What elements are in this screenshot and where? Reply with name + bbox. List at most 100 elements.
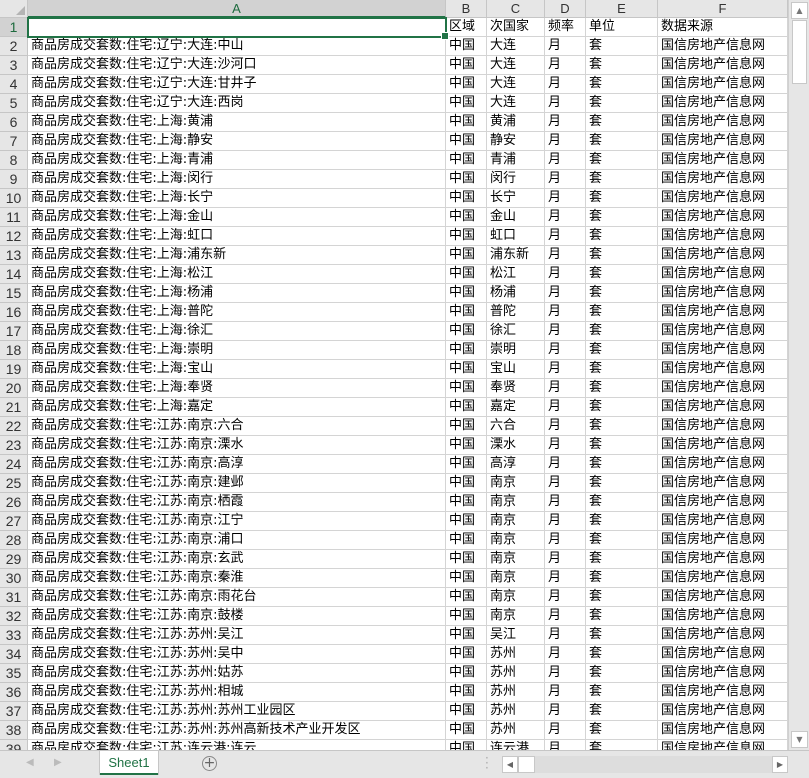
cell-f6[interactable]: 国信房地产信息网 bbox=[658, 113, 788, 132]
cell-e28[interactable]: 套 bbox=[586, 531, 658, 550]
cell-b35[interactable]: 中国 bbox=[446, 664, 487, 683]
vertical-scroll-thumb[interactable] bbox=[792, 20, 807, 84]
row-header[interactable]: 39 bbox=[0, 740, 28, 750]
splitter-handle[interactable]: · · · bbox=[485, 752, 489, 774]
cell-f13[interactable]: 国信房地产信息网 bbox=[658, 246, 788, 265]
cell-b14[interactable]: 中国 bbox=[446, 265, 487, 284]
cell-a29[interactable]: 商品房成交套数:住宅:江苏:南京:玄武 bbox=[28, 550, 446, 569]
cell-d17[interactable]: 月 bbox=[545, 322, 586, 341]
cell-c16[interactable]: 普陀 bbox=[487, 303, 545, 322]
cell-f22[interactable]: 国信房地产信息网 bbox=[658, 417, 788, 436]
cell-a26[interactable]: 商品房成交套数:住宅:江苏:南京:栖霞 bbox=[28, 493, 446, 512]
cell-e23[interactable]: 套 bbox=[586, 436, 658, 455]
cell-d24[interactable]: 月 bbox=[545, 455, 586, 474]
cell-e7[interactable]: 套 bbox=[586, 132, 658, 151]
cell-b37[interactable]: 中国 bbox=[446, 702, 487, 721]
row-header[interactable]: 36 bbox=[0, 683, 28, 702]
cell-c9[interactable]: 闵行 bbox=[487, 170, 545, 189]
cell-b4[interactable]: 中国 bbox=[446, 75, 487, 94]
cell-a8[interactable]: 商品房成交套数:住宅:上海:青浦 bbox=[28, 151, 446, 170]
cell-b2[interactable]: 中国 bbox=[446, 37, 487, 56]
cell-b23[interactable]: 中国 bbox=[446, 436, 487, 455]
cell-a34[interactable]: 商品房成交套数:住宅:江苏:苏州:吴中 bbox=[28, 645, 446, 664]
cell-d39[interactable]: 月 bbox=[545, 740, 586, 750]
cell-e32[interactable]: 套 bbox=[586, 607, 658, 626]
cell-e10[interactable]: 套 bbox=[586, 189, 658, 208]
cell-a2[interactable]: 商品房成交套数:住宅:辽宁:大连:中山 bbox=[28, 37, 446, 56]
cell-d28[interactable]: 月 bbox=[545, 531, 586, 550]
cell-f11[interactable]: 国信房地产信息网 bbox=[658, 208, 788, 227]
cell-f7[interactable]: 国信房地产信息网 bbox=[658, 132, 788, 151]
row-header[interactable]: 22 bbox=[0, 417, 28, 436]
cell-a11[interactable]: 商品房成交套数:住宅:上海:金山 bbox=[28, 208, 446, 227]
row-header[interactable]: 30 bbox=[0, 569, 28, 588]
cell-e26[interactable]: 套 bbox=[586, 493, 658, 512]
cell-f10[interactable]: 国信房地产信息网 bbox=[658, 189, 788, 208]
cell-a25[interactable]: 商品房成交套数:住宅:江苏:南京:建邺 bbox=[28, 474, 446, 493]
cell-d32[interactable]: 月 bbox=[545, 607, 586, 626]
cell-d33[interactable]: 月 bbox=[545, 626, 586, 645]
cell-b32[interactable]: 中国 bbox=[446, 607, 487, 626]
cell-a9[interactable]: 商品房成交套数:住宅:上海:闵行 bbox=[28, 170, 446, 189]
cell-c35[interactable]: 苏州 bbox=[487, 664, 545, 683]
cell-f29[interactable]: 国信房地产信息网 bbox=[658, 550, 788, 569]
cell-e15[interactable]: 套 bbox=[586, 284, 658, 303]
cell-e18[interactable]: 套 bbox=[586, 341, 658, 360]
cell-c33[interactable]: 吴江 bbox=[487, 626, 545, 645]
cell-d5[interactable]: 月 bbox=[545, 94, 586, 113]
cell-e38[interactable]: 套 bbox=[586, 721, 658, 740]
cell-a12[interactable]: 商品房成交套数:住宅:上海:虹口 bbox=[28, 227, 446, 246]
cell-f39[interactable]: 国信房地产信息网 bbox=[658, 740, 788, 750]
row-header[interactable]: 20 bbox=[0, 379, 28, 398]
column-header-e[interactable]: E bbox=[586, 0, 658, 18]
cell-c39[interactable]: 连云港 bbox=[487, 740, 545, 750]
cell-f9[interactable]: 国信房地产信息网 bbox=[658, 170, 788, 189]
cell-c11[interactable]: 金山 bbox=[487, 208, 545, 227]
cell-c30[interactable]: 南京 bbox=[487, 569, 545, 588]
cell-d19[interactable]: 月 bbox=[545, 360, 586, 379]
cell-e19[interactable]: 套 bbox=[586, 360, 658, 379]
row-header[interactable]: 13 bbox=[0, 246, 28, 265]
cell-e29[interactable]: 套 bbox=[586, 550, 658, 569]
cell-e31[interactable]: 套 bbox=[586, 588, 658, 607]
cell-b25[interactable]: 中国 bbox=[446, 474, 487, 493]
cell-a1[interactable] bbox=[28, 18, 446, 37]
cell-d10[interactable]: 月 bbox=[545, 189, 586, 208]
cell-e17[interactable]: 套 bbox=[586, 322, 658, 341]
row-header[interactable]: 8 bbox=[0, 151, 28, 170]
row-header[interactable]: 19 bbox=[0, 360, 28, 379]
cell-c7[interactable]: 静安 bbox=[487, 132, 545, 151]
cell-f31[interactable]: 国信房地产信息网 bbox=[658, 588, 788, 607]
cell-b5[interactable]: 中国 bbox=[446, 94, 487, 113]
cell-c36[interactable]: 苏州 bbox=[487, 683, 545, 702]
cell-a39[interactable]: 商品房成交套数:住宅:江苏:连云港:连云 bbox=[28, 740, 446, 750]
cell-f1[interactable]: 数据来源 bbox=[658, 18, 788, 37]
cell-c23[interactable]: 溧水 bbox=[487, 436, 545, 455]
cell-d22[interactable]: 月 bbox=[545, 417, 586, 436]
cell-b12[interactable]: 中国 bbox=[446, 227, 487, 246]
cell-d34[interactable]: 月 bbox=[545, 645, 586, 664]
cell-a15[interactable]: 商品房成交套数:住宅:上海:杨浦 bbox=[28, 284, 446, 303]
cell-d6[interactable]: 月 bbox=[545, 113, 586, 132]
row-header[interactable]: 31 bbox=[0, 588, 28, 607]
cell-b3[interactable]: 中国 bbox=[446, 56, 487, 75]
cell-a14[interactable]: 商品房成交套数:住宅:上海:松江 bbox=[28, 265, 446, 284]
cell-d29[interactable]: 月 bbox=[545, 550, 586, 569]
cell-a24[interactable]: 商品房成交套数:住宅:江苏:南京:高淳 bbox=[28, 455, 446, 474]
plus-circle-icon[interactable]: + bbox=[202, 756, 217, 771]
cell-d1[interactable]: 频率 bbox=[545, 18, 586, 37]
cell-f36[interactable]: 国信房地产信息网 bbox=[658, 683, 788, 702]
next-sheet-icon[interactable]: ▶ bbox=[54, 757, 62, 768]
row-header[interactable]: 23 bbox=[0, 436, 28, 455]
cell-d2[interactable]: 月 bbox=[545, 37, 586, 56]
cell-e9[interactable]: 套 bbox=[586, 170, 658, 189]
cell-b39[interactable]: 中国 bbox=[446, 740, 487, 750]
cell-c28[interactable]: 南京 bbox=[487, 531, 545, 550]
row-header[interactable]: 37 bbox=[0, 702, 28, 721]
cell-c14[interactable]: 松江 bbox=[487, 265, 545, 284]
sheet-tab-sheet1[interactable]: Sheet1 bbox=[100, 751, 158, 775]
cell-e33[interactable]: 套 bbox=[586, 626, 658, 645]
cell-d21[interactable]: 月 bbox=[545, 398, 586, 417]
cell-e35[interactable]: 套 bbox=[586, 664, 658, 683]
cell-c27[interactable]: 南京 bbox=[487, 512, 545, 531]
